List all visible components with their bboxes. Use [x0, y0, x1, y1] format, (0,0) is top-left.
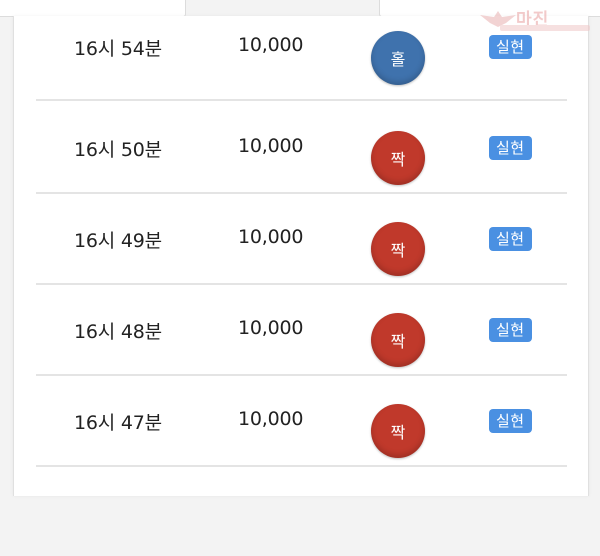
bet-time: 16시 50분 [74, 139, 162, 161]
status-badge: 실현 [489, 136, 532, 160]
bet-amount: 10,000 [238, 226, 304, 248]
history-list: 16시 54분 10,000 홀 실현 16시 50분 10,000 짝 실현 … [13, 16, 589, 496]
result-ball: 짝 [371, 131, 425, 185]
bet-time: 16시 47분 [74, 412, 162, 434]
watermark-strip [500, 25, 590, 31]
list-item: 16시 48분 10,000 짝 실현 [36, 283, 567, 376]
result-ball: 홀 [371, 31, 425, 85]
bet-time: 16시 54분 [74, 38, 162, 60]
result-ball: 짝 [371, 404, 425, 458]
status-badge: 실현 [489, 318, 532, 342]
bet-time: 16시 48분 [74, 321, 162, 343]
bet-time: 16시 49분 [74, 230, 162, 252]
bet-amount: 10,000 [238, 34, 304, 56]
bet-amount: 10,000 [238, 317, 304, 339]
result-ball: 짝 [371, 222, 425, 276]
watermark-logo: 마진 [478, 3, 596, 33]
bet-amount: 10,000 [238, 135, 304, 157]
result-ball: 짝 [371, 313, 425, 367]
list-item: 16시 49분 10,000 짝 실현 [36, 192, 567, 285]
status-badge: 실현 [489, 227, 532, 251]
status-badge: 실현 [489, 409, 532, 433]
list-item: 16시 50분 10,000 짝 실현 [36, 101, 567, 194]
status-badge: 실현 [489, 35, 532, 59]
bet-amount: 10,000 [238, 408, 304, 430]
list-item: 16시 47분 10,000 짝 실현 [36, 374, 567, 467]
